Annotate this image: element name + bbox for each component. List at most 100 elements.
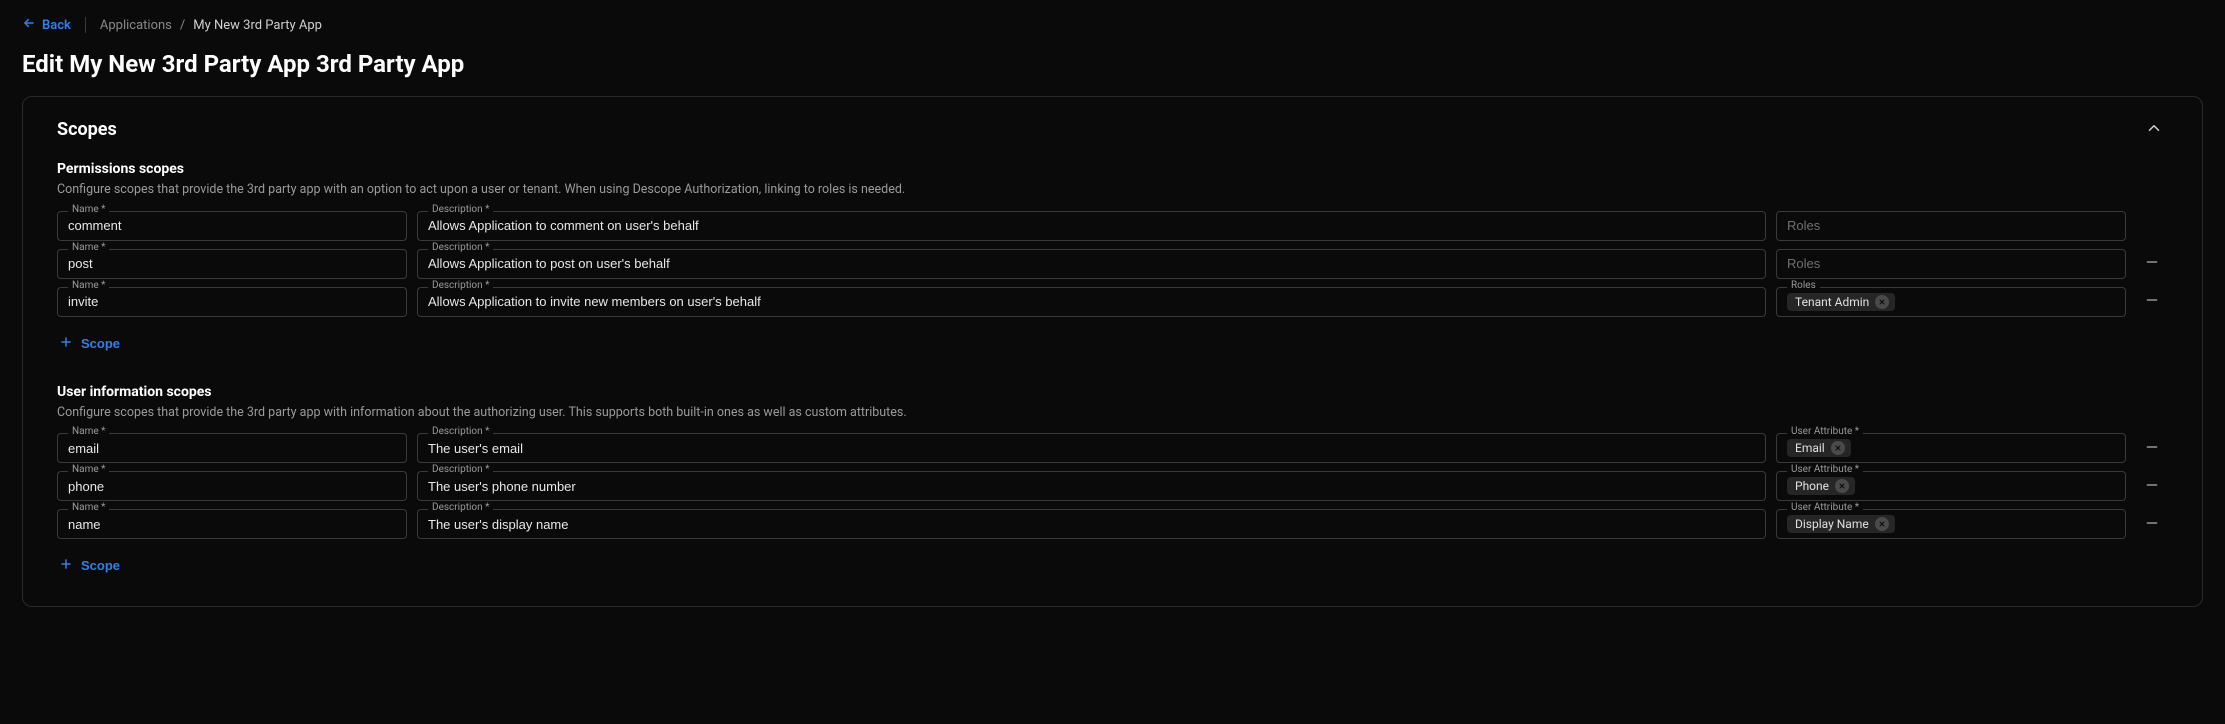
page-title: Edit My New 3rd Party App 3rd Party App [0, 42, 2225, 96]
field: Description * [417, 211, 1766, 241]
userinfo-row: Name * Description * User Attribute *Dis… [57, 509, 2168, 539]
permission-row: Name * Description * [57, 249, 2168, 279]
field: Description * [417, 509, 1766, 539]
field-label: Name * [68, 503, 109, 513]
remove-row-button[interactable] [2140, 473, 2164, 500]
field: Name * [57, 509, 407, 539]
role-chip-label: Tenant Admin [1795, 295, 1869, 309]
roles-chips[interactable]: Tenant Admin [1787, 290, 1895, 314]
separator [85, 17, 86, 33]
userinfo-name-input[interactable] [68, 512, 396, 537]
field: Name * [57, 433, 407, 463]
roles-field: RolesTenant Admin [1776, 287, 2126, 317]
remove-row-button[interactable] [2140, 511, 2164, 538]
permissions-desc: Configure scopes that provide the 3rd pa… [57, 181, 2168, 199]
userinfo-row: Name * Description * User Attribute *Pho… [57, 471, 2168, 501]
add-permission-scope-label: Scope [81, 336, 120, 351]
roles-field [1776, 211, 2126, 241]
breadcrumb-current: My New 3rd Party App [193, 18, 322, 33]
user-attribute-field: User Attribute *Email [1776, 433, 2126, 463]
attr-chip: Email [1787, 439, 1851, 457]
minus-icon [2144, 443, 2160, 458]
remove-chip-icon[interactable] [1875, 517, 1889, 531]
userinfo-heading: User information scopes [57, 384, 2168, 400]
breadcrumb-sep: / [180, 18, 185, 33]
perm-desc-input[interactable] [428, 213, 1755, 238]
field: Description * [417, 287, 1766, 317]
row-action-empty [2136, 211, 2168, 241]
field-label: Name * [68, 205, 109, 215]
row-action [2136, 433, 2168, 463]
plus-icon [59, 335, 73, 352]
userinfo-name-input[interactable] [68, 474, 396, 499]
attr-chips[interactable]: Phone [1787, 474, 1855, 498]
perm-name-input[interactable] [68, 213, 396, 238]
userinfo-desc-input[interactable] [428, 512, 1755, 537]
collapse-button[interactable] [2140, 115, 2168, 143]
row-action [2136, 509, 2168, 539]
field-label: Name * [68, 243, 109, 253]
field-label: Description * [428, 427, 493, 437]
field-label: User Attribute * [1787, 427, 1863, 437]
remove-chip-icon[interactable] [1835, 479, 1849, 493]
field-label: Description * [428, 243, 493, 253]
field: Name * [57, 287, 407, 317]
perm-desc-input[interactable] [428, 251, 1755, 276]
attr-chip-label: Phone [1795, 479, 1829, 493]
row-action [2136, 249, 2168, 279]
remove-chip-icon[interactable] [1875, 295, 1889, 309]
role-chip: Tenant Admin [1787, 293, 1895, 311]
chevron-up-icon [2145, 119, 2163, 140]
field: Name * [57, 211, 407, 241]
userinfo-row: Name * Description * User Attribute *Ema… [57, 433, 2168, 463]
roles-input[interactable] [1787, 251, 2115, 276]
add-userinfo-scope-label: Scope [81, 558, 120, 573]
field-label: Description * [428, 205, 493, 215]
user-attribute-field: User Attribute *Phone [1776, 471, 2126, 501]
scopes-card: Scopes Permissions scopes Configure scop… [22, 96, 2203, 607]
field: Description * [417, 471, 1766, 501]
remove-row-button[interactable] [2140, 250, 2164, 277]
card-title: Scopes [57, 119, 117, 140]
breadcrumb-root[interactable]: Applications [100, 18, 172, 33]
breadcrumb: Applications / My New 3rd Party App [100, 18, 322, 33]
arrow-left-icon [22, 16, 36, 34]
add-userinfo-scope-button[interactable]: Scope [57, 553, 122, 578]
remove-row-button[interactable] [2140, 288, 2164, 315]
row-action [2136, 471, 2168, 501]
field-label: Description * [428, 503, 493, 513]
plus-icon [59, 557, 73, 574]
minus-icon [2144, 481, 2160, 496]
back-label: Back [42, 18, 71, 33]
field-label: Roles [1787, 281, 1820, 291]
userinfo-desc-input[interactable] [428, 474, 1755, 499]
userinfo-name-input[interactable] [68, 436, 396, 461]
minus-icon [2144, 296, 2160, 311]
roles-field [1776, 249, 2126, 279]
userinfo-desc: Configure scopes that provide the 3rd pa… [57, 404, 2168, 422]
permission-row: Name * Description * [57, 211, 2168, 241]
user-attribute-field: User Attribute *Display Name [1776, 509, 2126, 539]
field-label: Name * [68, 427, 109, 437]
field-label: Name * [68, 281, 109, 291]
roles-input[interactable] [1787, 213, 2115, 238]
remove-row-button[interactable] [2140, 435, 2164, 462]
attr-chip-label: Display Name [1795, 517, 1869, 531]
attr-chips[interactable]: Display Name [1787, 512, 1895, 536]
userinfo-desc-input[interactable] [428, 436, 1755, 461]
attr-chip: Display Name [1787, 515, 1895, 533]
row-action [2136, 287, 2168, 317]
minus-icon [2144, 258, 2160, 273]
perm-name-input[interactable] [68, 289, 396, 314]
field-label: User Attribute * [1787, 465, 1863, 475]
perm-desc-input[interactable] [428, 289, 1755, 314]
attr-chip: Phone [1787, 477, 1855, 495]
back-link[interactable]: Back [22, 16, 71, 34]
field: Name * [57, 249, 407, 279]
attr-chip-label: Email [1795, 441, 1825, 455]
add-permission-scope-button[interactable]: Scope [57, 331, 122, 356]
perm-name-input[interactable] [68, 251, 396, 276]
remove-chip-icon[interactable] [1831, 441, 1845, 455]
field-label: User Attribute * [1787, 503, 1863, 513]
attr-chips[interactable]: Email [1787, 436, 1851, 460]
